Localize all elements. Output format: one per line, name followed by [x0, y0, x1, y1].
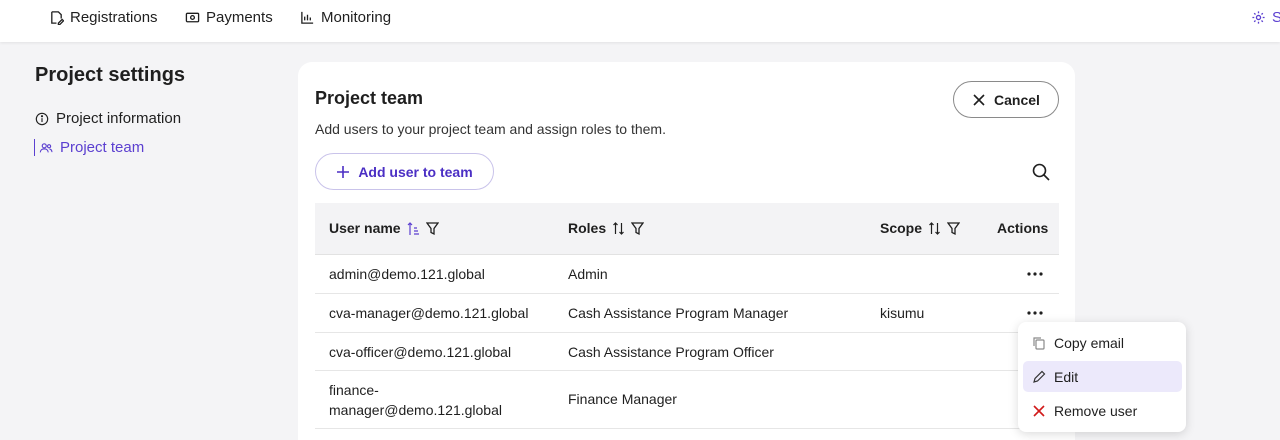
- sidebar-item-project-information[interactable]: Project information: [35, 110, 181, 127]
- sort-icon[interactable]: [612, 221, 625, 236]
- add-user-button[interactable]: Add user to team: [315, 153, 494, 190]
- nav-registrations-label: Registrations: [70, 9, 158, 26]
- cell-role: Admin: [568, 266, 608, 282]
- cell-role: Cash Assistance Program Officer: [568, 344, 774, 360]
- sidebar-item-project-team[interactable]: Project team: [34, 139, 144, 156]
- page-title: Project settings: [35, 64, 186, 86]
- table-header: User name Roles Scope Actions: [315, 203, 1059, 255]
- gear-icon: [1252, 11, 1265, 24]
- cell-user-name-line: manager@demo.121.global: [329, 402, 502, 418]
- menu-item-label: Remove user: [1054, 402, 1138, 419]
- more-actions-icon[interactable]: [1027, 311, 1043, 315]
- table-row: cva-officer@demo.121.global Cash Assista…: [315, 333, 1059, 371]
- cell-role: Cash Assistance Program Manager: [568, 305, 789, 321]
- table-row: admin@demo.121.global Admin: [315, 255, 1059, 294]
- column-label: Actions: [997, 220, 1049, 236]
- menu-item-label: Edit: [1054, 368, 1079, 385]
- nav-payments-label: Payments: [206, 9, 273, 26]
- sidebar-item-label: Project information: [56, 110, 182, 127]
- top-navigation: Registrations Payments Monitoring Se: [0, 0, 1280, 42]
- cell-user-name: admin@demo.121.global: [329, 266, 485, 282]
- column-label: Scope: [880, 220, 923, 236]
- cell-scope: kisumu: [880, 305, 925, 321]
- column-user-name[interactable]: User name: [329, 220, 439, 236]
- more-actions-icon[interactable]: [1027, 272, 1043, 276]
- nav-monitoring-label: Monitoring: [321, 9, 392, 26]
- sort-ascending-icon[interactable]: [407, 221, 420, 236]
- team-table: User name Roles Scope Actions admin@demo…: [315, 203, 1059, 429]
- nav-settings[interactable]: Se: [1251, 9, 1280, 26]
- close-icon: [973, 93, 985, 106]
- cancel-button[interactable]: Cancel: [953, 81, 1059, 118]
- copy-icon: [1033, 336, 1045, 350]
- monitoring-icon: [301, 11, 314, 24]
- filter-icon[interactable]: [425, 221, 439, 236]
- row-actions-menu: Copy email Edit Remove user: [1018, 322, 1186, 432]
- column-roles[interactable]: Roles: [568, 220, 645, 236]
- menu-item-remove-user[interactable]: Remove user: [1023, 395, 1182, 426]
- cell-user-name: cva-officer@demo.121.global: [329, 344, 512, 360]
- cell-user-name: finance- manager@demo.121.global: [329, 380, 502, 420]
- info-circle-icon: [35, 112, 49, 125]
- cell-role: Finance Manager: [568, 391, 677, 407]
- payments-icon: [185, 12, 200, 23]
- menu-item-edit[interactable]: Edit: [1023, 361, 1182, 392]
- close-icon: [1033, 404, 1045, 417]
- registrations-icon: [51, 11, 64, 25]
- project-team-card: Project team Add users to your project t…: [298, 62, 1075, 440]
- column-actions: Actions: [997, 220, 1048, 236]
- nav-payments[interactable]: Payments: [185, 9, 273, 26]
- nav-registrations[interactable]: Registrations: [49, 9, 158, 26]
- menu-item-label: Copy email: [1054, 334, 1125, 351]
- card-title: Project team: [315, 88, 424, 108]
- column-scope[interactable]: Scope: [880, 220, 961, 236]
- filter-icon[interactable]: [631, 221, 645, 236]
- nav-settings-label: Se: [1272, 9, 1280, 26]
- pencil-icon: [1033, 370, 1046, 383]
- search-icon[interactable]: [1031, 162, 1051, 182]
- cancel-button-label: Cancel: [994, 91, 1040, 108]
- nav-monitoring[interactable]: Monitoring: [300, 9, 391, 26]
- sort-icon[interactable]: [928, 221, 941, 236]
- column-label: User name: [329, 220, 401, 236]
- column-label: Roles: [568, 220, 607, 236]
- plus-icon: [337, 165, 350, 178]
- cell-user-name-line: finance-: [329, 382, 379, 398]
- table-row: cva-manager@demo.121.global Cash Assista…: [315, 294, 1059, 333]
- add-user-button-label: Add user to team: [358, 163, 473, 180]
- card-description: Add users to your project team and assig…: [315, 121, 666, 137]
- sidebar-item-label: Project team: [60, 139, 145, 156]
- team-icon: [39, 142, 53, 152]
- table-row: finance- manager@demo.121.global Finance…: [315, 371, 1059, 429]
- cell-user-name: cva-manager@demo.121.global: [329, 305, 529, 321]
- menu-item-copy-email[interactable]: Copy email: [1023, 327, 1182, 358]
- filter-icon[interactable]: [947, 221, 961, 236]
